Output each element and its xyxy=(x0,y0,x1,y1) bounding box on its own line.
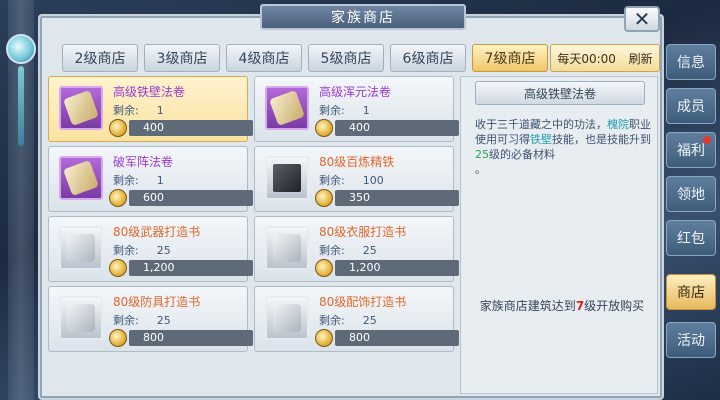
left-ornament xyxy=(0,0,42,400)
item-price: 400 xyxy=(335,120,459,136)
item-price: 400 xyxy=(129,120,253,136)
item-icon-frame xyxy=(59,86,103,130)
unlock-requirement: 家族商店建筑达到7级开放购买 xyxy=(479,299,645,313)
coin-icon xyxy=(109,259,127,277)
book-icon xyxy=(273,234,301,262)
item-detail-panel: 高级铁壁法卷 收于三千道藏之中的功法，槐院职业使用可习得铁壁技能，也是技能升到2… xyxy=(460,76,658,394)
item-price: 600 xyxy=(129,190,253,206)
menu-item-members[interactable]: 成员 xyxy=(666,88,716,124)
item-icon-frame xyxy=(265,156,309,200)
item-remain: 剩余: 25 xyxy=(319,314,377,327)
window-title: 家族商店 xyxy=(260,4,466,30)
item-remain: 剩余: 1 xyxy=(319,104,370,117)
item-grid: 高级铁壁法卷 剩余: 1 400 高级浑元法卷 剩余: 1 400 破军阵法卷 剩余… xyxy=(48,76,459,396)
tab-level-4[interactable]: 4级商店 xyxy=(226,44,302,72)
shop-item[interactable]: 80级武器打造书 剩余: 25 1,200 xyxy=(48,216,253,282)
book-icon xyxy=(67,304,95,332)
shop-item[interactable]: 80级衣服打造书 剩余: 25 1,200 xyxy=(254,216,459,282)
shop-item[interactable]: 80级防具打造书 剩余: 25 800 xyxy=(48,286,253,352)
item-icon-frame xyxy=(59,226,103,270)
coin-icon xyxy=(109,189,127,207)
menu-item-red-packet[interactable]: 红包 xyxy=(666,220,716,256)
item-name: 高级铁壁法卷 xyxy=(113,85,186,99)
book-icon xyxy=(273,304,301,332)
coin-icon xyxy=(315,329,333,347)
close-button[interactable]: ✕ xyxy=(624,6,660,32)
book-icon xyxy=(67,234,95,262)
item-icon-frame xyxy=(265,296,309,340)
tab-level-5[interactable]: 5级商店 xyxy=(308,44,384,72)
tab-level-7[interactable]: 7级商店 xyxy=(472,44,548,72)
item-name: 破军阵法卷 xyxy=(113,155,174,169)
item-remain: 剩余: 100 xyxy=(319,174,384,187)
item-name: 80级衣服打造书 xyxy=(319,225,407,239)
coin-icon xyxy=(109,329,127,347)
jade-pendant-icon xyxy=(6,34,36,64)
item-remain: 剩余: 1 xyxy=(113,174,164,187)
refresh-label: 刷新 xyxy=(628,51,653,66)
tab-level-2[interactable]: 2级商店 xyxy=(62,44,138,72)
item-icon-frame xyxy=(265,226,309,270)
scroll-icon xyxy=(63,90,99,126)
shop-item[interactable]: 破军阵法卷 剩余: 1 600 xyxy=(48,146,253,212)
item-name: 80级防具打造书 xyxy=(113,295,201,309)
notification-dot-icon xyxy=(703,136,711,144)
item-icon-frame xyxy=(59,296,103,340)
item-remain: 剩余: 25 xyxy=(319,244,377,257)
item-icon-frame xyxy=(265,86,309,130)
refresh-time: 每天00:00 xyxy=(557,51,616,66)
item-price: 1,200 xyxy=(129,260,253,276)
tab-level-3[interactable]: 3级商店 xyxy=(144,44,220,72)
item-price: 350 xyxy=(335,190,459,206)
shop-item[interactable]: 高级浑元法卷 剩余: 1 400 xyxy=(254,76,459,142)
item-remain: 剩余: 1 xyxy=(113,104,164,117)
coin-icon xyxy=(109,119,127,137)
item-name: 高级浑元法卷 xyxy=(319,85,392,99)
tab-level-6[interactable]: 6级商店 xyxy=(390,44,466,72)
item-icon-frame xyxy=(59,156,103,200)
shop-item[interactable]: 80级配饰打造书 剩余: 25 800 xyxy=(254,286,459,352)
iron-icon xyxy=(273,164,301,192)
menu-item-territory[interactable]: 领地 xyxy=(666,176,716,212)
coin-icon xyxy=(315,189,333,207)
item-price: 800 xyxy=(335,330,459,346)
menu-item-welfare[interactable]: 福利 xyxy=(666,132,716,168)
refresh-info[interactable]: 每天00:00 刷新 xyxy=(550,44,660,72)
coin-icon xyxy=(315,119,333,137)
detail-title: 高级铁壁法卷 xyxy=(475,81,645,105)
shop-item[interactable]: 高级铁壁法卷 剩余: 1 400 xyxy=(48,76,253,142)
item-price: 800 xyxy=(129,330,253,346)
item-remain: 剩余: 25 xyxy=(113,244,171,257)
detail-description: 收于三千道藏之中的功法，槐院职业使用可习得铁壁技能，也是技能升到25级的必备材料… xyxy=(475,118,651,176)
close-icon: ✕ xyxy=(633,7,651,31)
item-name: 80级武器打造书 xyxy=(113,225,201,239)
tassel-decoration xyxy=(18,66,24,146)
shop-level-tabs: 2级商店 3级商店 4级商店 5级商店 6级商店 7级商店 xyxy=(62,44,548,72)
coin-icon xyxy=(315,259,333,277)
menu-item-activity[interactable]: 活动 xyxy=(666,322,716,358)
menu-item-shop[interactable]: 商店 xyxy=(666,274,716,310)
scroll-icon xyxy=(269,90,305,126)
item-name: 80级配饰打造书 xyxy=(319,295,407,309)
scroll-icon xyxy=(63,160,99,196)
item-remain: 剩余: 25 xyxy=(113,314,171,327)
item-name: 80级百炼精铁 xyxy=(319,155,395,169)
item-price: 1,200 xyxy=(335,260,459,276)
menu-item-info[interactable]: 信息 xyxy=(666,44,716,80)
shop-item[interactable]: 80级百炼精铁 剩余: 100 350 xyxy=(254,146,459,212)
